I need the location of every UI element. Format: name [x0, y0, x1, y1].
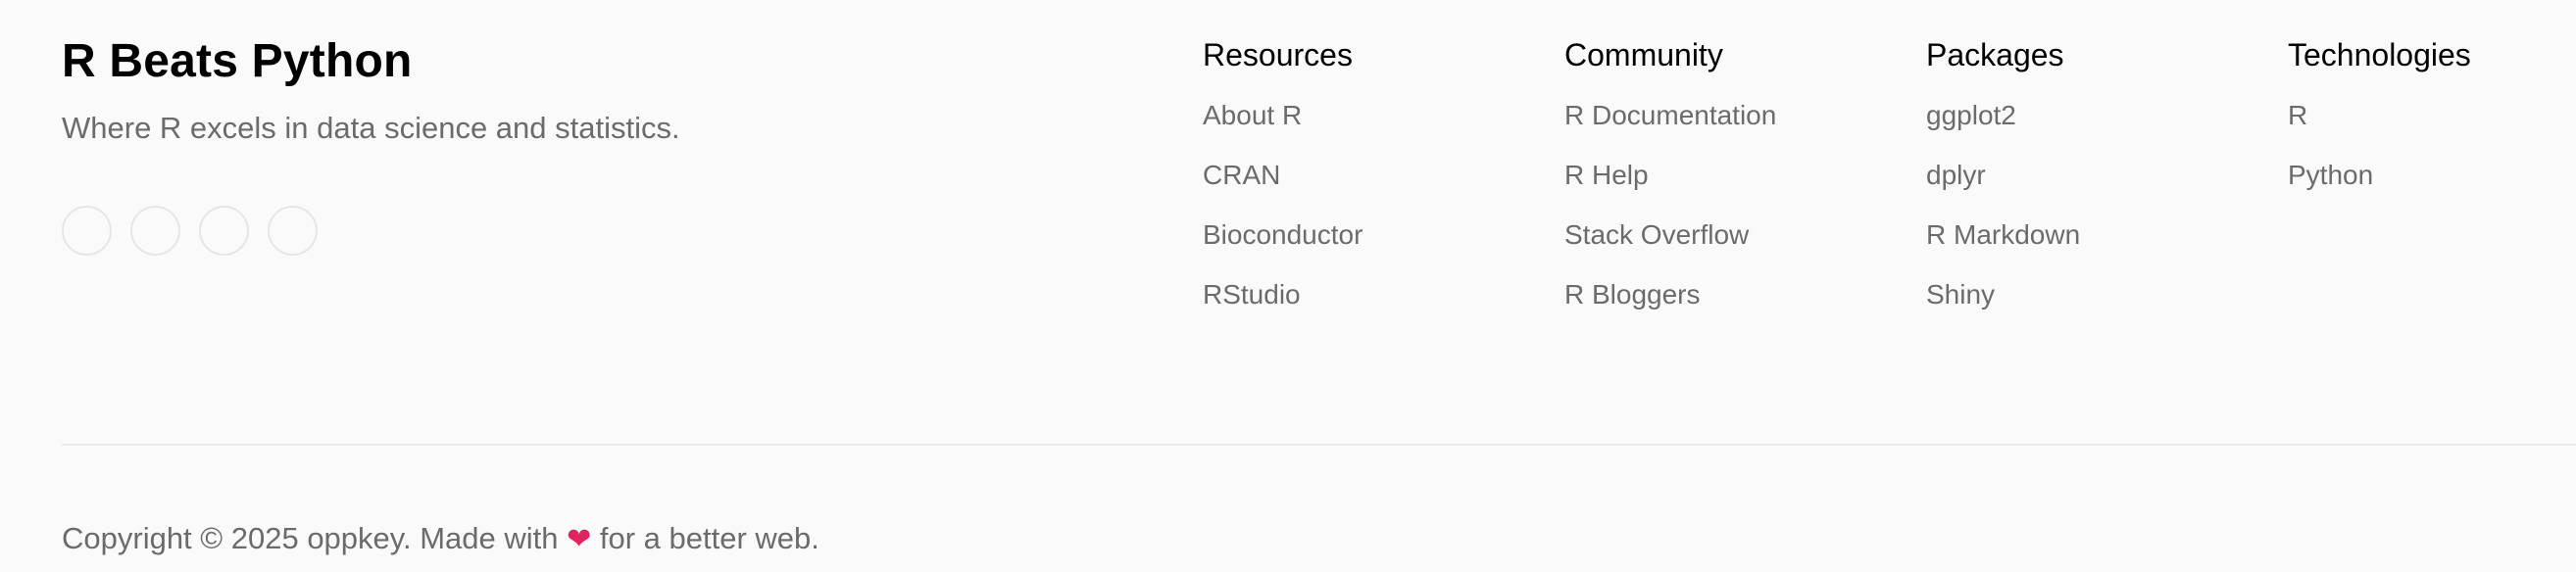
list-item: About R: [1203, 96, 1362, 156]
footer-column-technologies: Technologies R Python: [2288, 35, 2471, 215]
link-list: ggplot2 dplyr R Markdown Shiny: [1926, 96, 2080, 335]
column-heading: Community: [1564, 37, 1723, 72]
social-icon[interactable]: [130, 206, 180, 256]
list-item: RStudio: [1203, 275, 1362, 335]
list-item: Stack Overflow: [1564, 215, 1776, 275]
list-item: Bioconductor: [1203, 215, 1362, 275]
footer-link-r[interactable]: R: [2288, 100, 2307, 130]
footer-link-dplyr[interactable]: dplyr: [1926, 160, 1986, 190]
footer-link-r-bloggers[interactable]: R Bloggers: [1564, 279, 1701, 310]
brand-tagline: Where R excels in data science and stati…: [62, 111, 680, 145]
footer-column-resources: Resources About R CRAN Bioconductor RStu…: [1203, 35, 1362, 335]
footer-column-community: Community R Documentation R Help Stack O…: [1564, 35, 1776, 335]
list-item: dplyr: [1926, 156, 2080, 215]
footer-link-python[interactable]: Python: [2288, 160, 2373, 190]
footer-link-r-help[interactable]: R Help: [1564, 160, 1649, 190]
copyright-text: Copyright © 2025 oppkey. Made with ❤ for…: [62, 521, 819, 557]
list-item: R: [2288, 96, 2471, 156]
footer-link-shiny[interactable]: Shiny: [1926, 279, 1995, 310]
social-icon[interactable]: [62, 206, 112, 256]
social-icon[interactable]: [268, 206, 318, 256]
footer-link-cran[interactable]: CRAN: [1203, 160, 1280, 190]
footer-column-packages: Packages ggplot2 dplyr R Markdown Shiny: [1926, 35, 2080, 335]
copyright-prefix: Copyright © 2025 oppkey. Made with: [62, 521, 559, 555]
column-heading: Technologies: [2288, 37, 2471, 72]
column-heading: Packages: [1926, 37, 2064, 72]
footer-link-r-documentation[interactable]: R Documentation: [1564, 100, 1776, 130]
link-list: About R CRAN Bioconductor RStudio: [1203, 96, 1362, 335]
column-heading: Resources: [1203, 37, 1353, 72]
list-item: R Help: [1564, 156, 1776, 215]
site-footer: R Beats Python Where R excels in data sc…: [0, 0, 2576, 572]
link-list: R Python: [2288, 96, 2471, 215]
list-item: R Markdown: [1926, 215, 2080, 275]
list-item: Shiny: [1926, 275, 2080, 335]
footer-link-about-r[interactable]: About R: [1203, 100, 1302, 130]
heart-icon: ❤: [567, 522, 592, 556]
footer-link-r-markdown[interactable]: R Markdown: [1926, 219, 2080, 250]
footer-link-ggplot2[interactable]: ggplot2: [1926, 100, 2016, 130]
list-item: R Documentation: [1564, 96, 1776, 156]
brand-block: R Beats Python Where R excels in data sc…: [62, 33, 944, 146]
footer-link-stack-overflow[interactable]: Stack Overflow: [1564, 219, 1749, 250]
copyright-suffix: for a better web.: [599, 521, 819, 555]
footer-divider: [62, 444, 2576, 446]
social-links: [62, 206, 318, 256]
footer-link-bioconductor[interactable]: Bioconductor: [1203, 219, 1362, 250]
link-list: R Documentation R Help Stack Overflow R …: [1564, 96, 1776, 335]
list-item: R Bloggers: [1564, 275, 1776, 335]
footer-link-rstudio[interactable]: RStudio: [1203, 279, 1301, 310]
list-item: CRAN: [1203, 156, 1362, 215]
brand-title: R Beats Python: [62, 35, 413, 87]
social-icon[interactable]: [199, 206, 249, 256]
list-item: Python: [2288, 156, 2471, 215]
list-item: ggplot2: [1926, 96, 2080, 156]
